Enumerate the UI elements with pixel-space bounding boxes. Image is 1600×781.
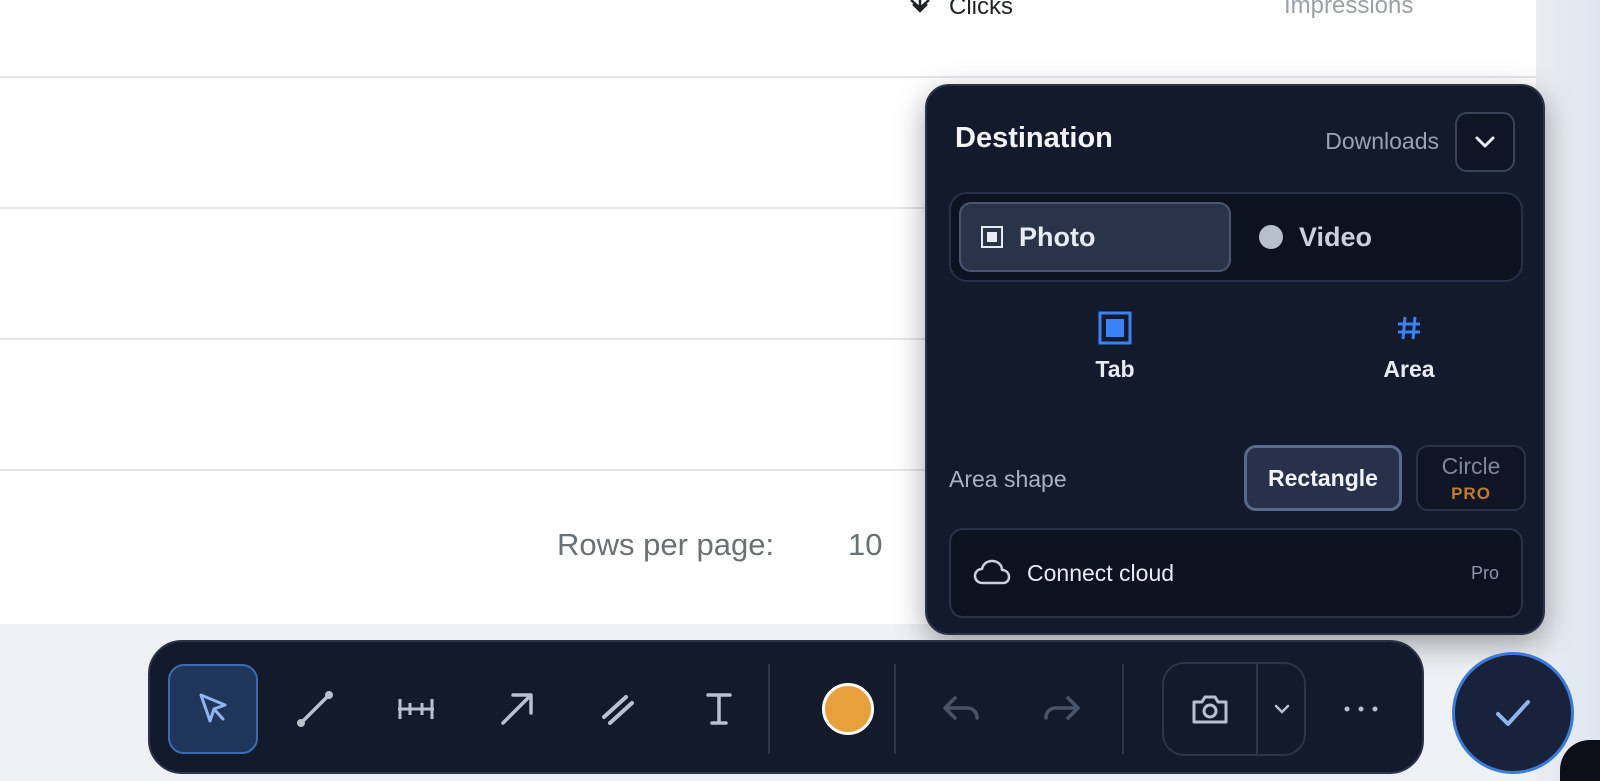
capture-target-area[interactable]: Area [1299, 308, 1519, 383]
column-header-label: Impressions [1284, 0, 1414, 19]
annotation-toolbar [148, 640, 1424, 774]
highlighter-tool-button[interactable] [573, 664, 663, 754]
pro-badge: Pro [1470, 562, 1499, 583]
capture-target-tab[interactable]: Tab [1005, 308, 1225, 383]
circle-shape-button[interactable]: Circle PRO [1416, 445, 1526, 511]
toolbar-divider [1122, 664, 1124, 754]
confirm-capture-button[interactable] [1452, 652, 1574, 774]
line-icon [297, 691, 333, 727]
capture-target-label: Tab [1095, 356, 1135, 382]
camera-icon [1192, 695, 1228, 724]
rectangle-shape-button[interactable]: Rectangle [1244, 445, 1402, 511]
photo-mode-button[interactable]: Photo [959, 202, 1231, 272]
table-row-divider [0, 76, 1536, 78]
record-dot-icon [1259, 225, 1283, 249]
chevron-down-icon [1274, 704, 1290, 714]
highlighter-icon [602, 695, 634, 725]
capture-settings-panel: Destination Downloads Photo Video Tab Ar… [925, 84, 1545, 635]
destination-dropdown-button[interactable] [1455, 112, 1515, 172]
undo-icon [943, 696, 979, 720]
photo-mode-label: Photo [1019, 221, 1096, 252]
measure-icon [398, 699, 434, 719]
color-picker-swatch[interactable] [822, 683, 874, 735]
tab-square-icon [1098, 311, 1132, 345]
column-header-label: Clicks [949, 0, 1013, 20]
arrow-icon [501, 693, 533, 725]
cursor-arrow-icon [199, 693, 227, 723]
chevron-down-icon [1475, 136, 1495, 148]
rows-per-page-select[interactable]: 10 [848, 527, 882, 563]
more-horizontal-icon [1344, 706, 1378, 712]
measure-tool-button[interactable] [371, 664, 461, 754]
area-shape-label: Area shape [949, 466, 1067, 492]
circle-shape-label: Circle [1441, 453, 1501, 479]
sort-icon [910, 0, 930, 13]
toolbar-divider [768, 664, 770, 754]
capture-mode-switch: Photo Video [949, 192, 1523, 282]
capture-options-dropdown[interactable] [1258, 664, 1306, 754]
cloud-icon [973, 559, 1011, 585]
panel-title: Destination [955, 122, 1113, 154]
connect-cloud-button[interactable]: Connect cloud Pro [949, 528, 1523, 618]
undo-button[interactable] [916, 664, 1006, 754]
toolbar-divider [894, 664, 896, 754]
text-tool-button[interactable] [674, 664, 764, 754]
video-mode-button[interactable]: Video [1239, 202, 1511, 272]
line-tool-button[interactable] [270, 664, 360, 754]
redo-button[interactable] [1017, 664, 1107, 754]
destination-value[interactable]: Downloads [1325, 128, 1439, 155]
more-options-button[interactable] [1316, 664, 1406, 754]
redo-icon [1044, 696, 1080, 720]
connect-cloud-label: Connect cloud [1027, 559, 1175, 586]
column-header-impressions[interactable]: Impressions [1284, 0, 1413, 20]
capture-button-group [1162, 662, 1306, 756]
column-header-clicks[interactable]: Clicks [905, 0, 1013, 22]
grid-hash-icon [1398, 316, 1420, 340]
video-mode-label: Video [1299, 221, 1373, 252]
pro-badge: PRO [1451, 484, 1491, 503]
capture-target-label: Area [1383, 356, 1435, 382]
arrow-tool-button[interactable] [472, 664, 562, 754]
photo-icon [981, 226, 1003, 248]
rows-per-page-label: Rows per page: [557, 527, 775, 562]
capture-screenshot-button[interactable] [1164, 664, 1258, 754]
check-icon [1496, 700, 1530, 726]
text-cursor-icon [706, 693, 732, 725]
select-tool-button[interactable] [168, 664, 258, 754]
